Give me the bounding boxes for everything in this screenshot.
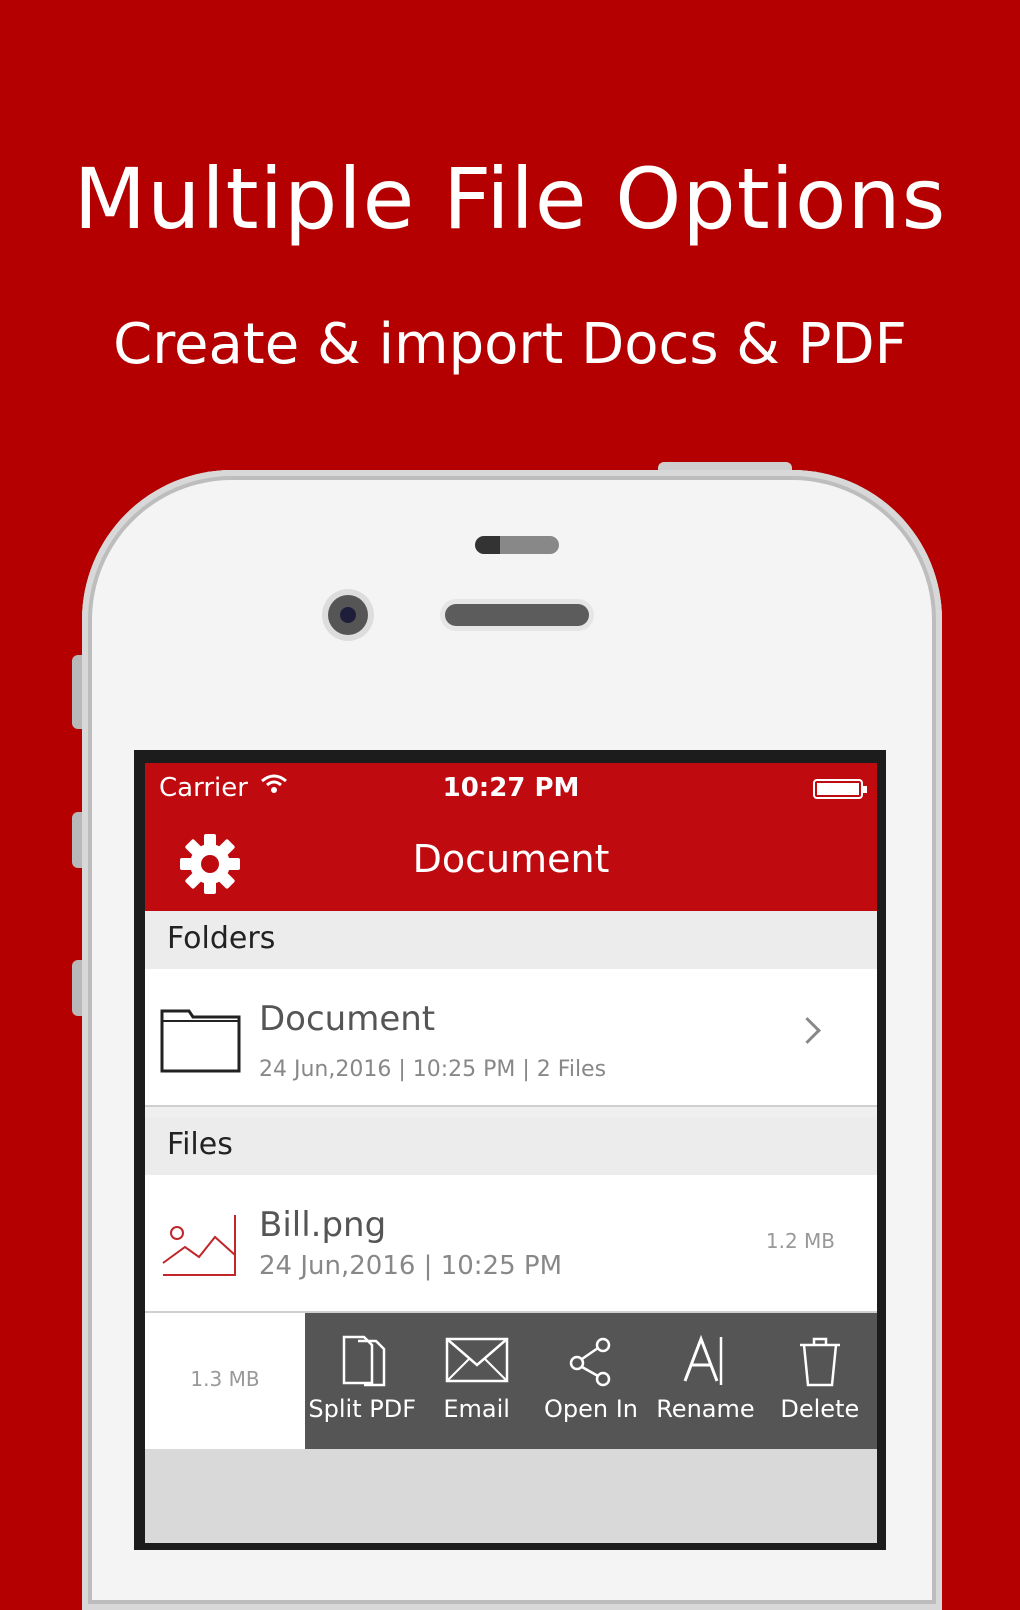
file-name: Bill.png [259,1205,387,1245]
delete-label: Delete [780,1395,860,1423]
chevron-right-icon [794,1017,821,1044]
folder-icon [159,1003,243,1079]
trash-icon [799,1337,840,1387]
rename-icon [684,1334,723,1385]
split-pdf-button[interactable]: Split PDF [305,1313,419,1449]
email-label: Email [443,1395,510,1423]
rename-label: Rename [656,1395,755,1423]
nav-bar: Document [145,815,877,911]
promo-subline: Create & import Docs & PDF [113,312,907,377]
delete-button[interactable]: Delete [763,1313,877,1449]
email-button[interactable]: Email [419,1313,533,1449]
swiped-file-row[interactable]: 1.3 MB [145,1313,305,1449]
folder-meta: 24 Jun,2016 | 10:25 PM | 2 Files [259,1057,607,1082]
front-camera [328,595,368,635]
split-pdf-icon [342,1335,386,1387]
earpiece-speaker [445,604,589,626]
files-section-header: Files [145,1117,877,1175]
list-empty-area [145,1449,877,1543]
folders-header-label: Folders [167,921,276,956]
battery-icon [813,779,867,799]
file-meta: 24 Jun,2016 | 10:25 PM [259,1251,562,1281]
proximity-sensor [475,536,559,554]
status-bar: Carrier 10:27 PM [145,763,877,815]
email-icon [445,1337,508,1383]
share-icon [569,1337,611,1387]
file-row[interactable]: Bill.png 24 Jun,2016 | 10:25 PM 1.2 MB [145,1175,877,1313]
app-screen: Carrier 10:27 PM Document Folders Docume… [145,763,877,1543]
nav-title: Document [412,837,610,881]
files-header-label: Files [167,1127,233,1162]
swiped-file-size: 1.3 MB [190,1367,260,1391]
rename-button[interactable]: Rename [648,1313,762,1449]
split-pdf-label: Split PDF [308,1395,416,1423]
open-in-button[interactable]: Open In [534,1313,648,1449]
promo-headline: Multiple File Options [73,150,947,248]
open-in-label: Open In [544,1395,639,1423]
folder-row[interactable]: Document 24 Jun,2016 | 10:25 PM | 2 File… [145,969,877,1107]
swipe-actions-bar: Split PDF Email Open In Rename Delete [305,1313,877,1449]
file-size: 1.2 MB [765,1229,835,1253]
status-time: 10:27 PM [442,773,580,803]
folders-section-header: Folders [145,911,877,969]
image-icon [159,1209,243,1285]
folder-name: Document [259,999,436,1039]
